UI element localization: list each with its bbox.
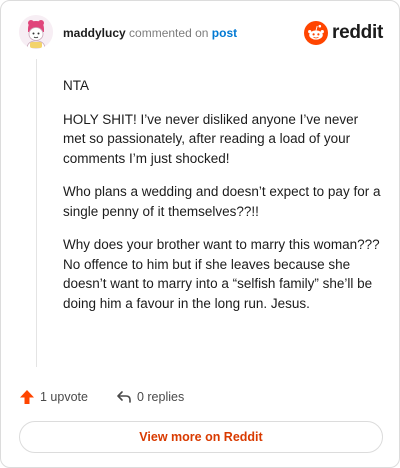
reddit-wordmark: reddit (332, 22, 383, 43)
view-more-on-reddit-button[interactable]: View more on Reddit (19, 421, 383, 453)
comment-paragraph-2: HOLY SHIT! I’ve never disliked anyone I’… (63, 111, 359, 166)
comment-body: NTA HOLY SHIT! I’ve never disliked anyon… (63, 76, 383, 327)
upvote-count: 1 upvote (40, 390, 88, 404)
comment-paragraph-3: Who plans a wedding and doesn’t expect t… (63, 184, 381, 219)
comment-paragraph-4: Why does your brother want to marry this… (63, 237, 380, 311)
upvote-button[interactable]: 1 upvote (19, 389, 88, 405)
reply-arrow-icon (117, 391, 131, 403)
thread-line (36, 59, 37, 367)
commented-on-text: commented on (129, 26, 209, 40)
username-link[interactable]: maddylucy (63, 26, 126, 40)
reddit-logo[interactable]: reddit (304, 19, 383, 47)
upvote-arrow-icon (20, 390, 34, 404)
comment-byline: maddylucy commented on post (63, 26, 237, 40)
user-avatar[interactable] (19, 15, 53, 49)
comment-header: maddylucy commented on post reddit (19, 15, 383, 55)
comment-actions: 1 upvote 0 replies (19, 387, 212, 407)
comment-paragraph-1: NTA (63, 78, 89, 93)
reddit-snoo-icon (304, 21, 329, 45)
avatar-icon (19, 15, 53, 49)
reddit-comment-embed: maddylucy commented on post reddit NTA H… (0, 0, 400, 468)
replies-button[interactable]: 0 replies (116, 389, 184, 405)
post-link[interactable]: post (212, 26, 237, 40)
reply-count: 0 replies (136, 390, 185, 404)
